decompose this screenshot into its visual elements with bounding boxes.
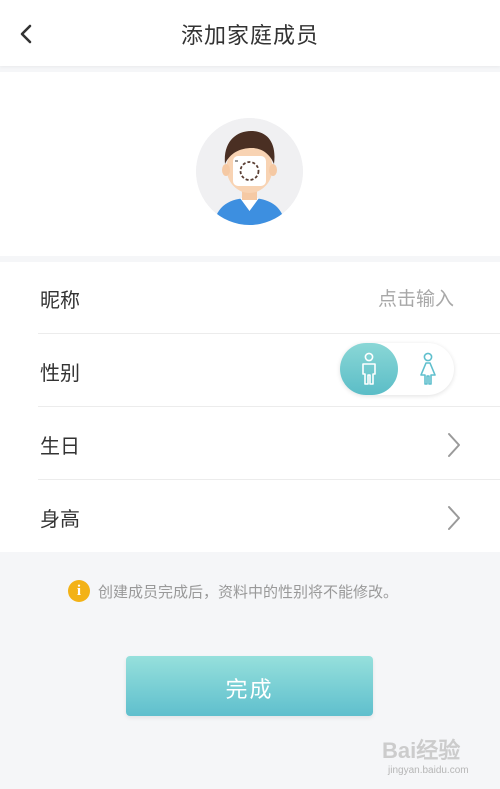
height-row[interactable]: 身高 bbox=[38, 481, 500, 553]
chevron-right-icon bbox=[448, 433, 460, 457]
camera-icon bbox=[233, 156, 266, 186]
chevron-right-icon bbox=[448, 506, 460, 530]
navigation-bar: 添加家庭成员 bbox=[0, 0, 500, 66]
height-label: 身高 bbox=[40, 507, 80, 531]
gender-female-option[interactable] bbox=[402, 343, 454, 395]
nickname-input[interactable]: 点击输入 bbox=[378, 284, 454, 311]
divider bbox=[38, 406, 500, 407]
watermark: Bai经验 jingyan.baidu.com bbox=[382, 733, 494, 781]
divider bbox=[38, 479, 500, 480]
info-icon: i bbox=[68, 580, 90, 602]
birthday-row[interactable]: 生日 bbox=[38, 408, 500, 480]
info-icon-glyph: i bbox=[76, 583, 82, 599]
gender-male-option[interactable] bbox=[340, 343, 398, 395]
watermark-url: jingyan.baidu.com bbox=[388, 765, 469, 776]
male-icon bbox=[362, 352, 376, 385]
avatar-upload[interactable] bbox=[196, 118, 303, 225]
done-button-label: 完成 bbox=[225, 678, 274, 703]
gender-row: 性别 bbox=[38, 335, 500, 407]
nickname-row[interactable]: 昵称 点击输入 bbox=[38, 262, 500, 334]
notice-text: 创建成员完成后，资料中的性别将不能修改。 bbox=[98, 583, 399, 601]
watermark-logo: Bai经验 bbox=[382, 738, 461, 763]
avatar-section bbox=[0, 72, 500, 256]
page-title: 添加家庭成员 bbox=[180, 24, 319, 49]
female-icon bbox=[420, 352, 436, 385]
divider bbox=[38, 333, 500, 334]
gender-toggle[interactable] bbox=[340, 343, 454, 395]
done-button[interactable]: 完成 bbox=[126, 656, 373, 716]
birthday-label: 生日 bbox=[40, 434, 80, 458]
gender-label: 性别 bbox=[40, 361, 80, 385]
nickname-label: 昵称 bbox=[40, 288, 80, 312]
member-form: 昵称 点击输入 性别 生日 身高 bbox=[0, 262, 500, 552]
